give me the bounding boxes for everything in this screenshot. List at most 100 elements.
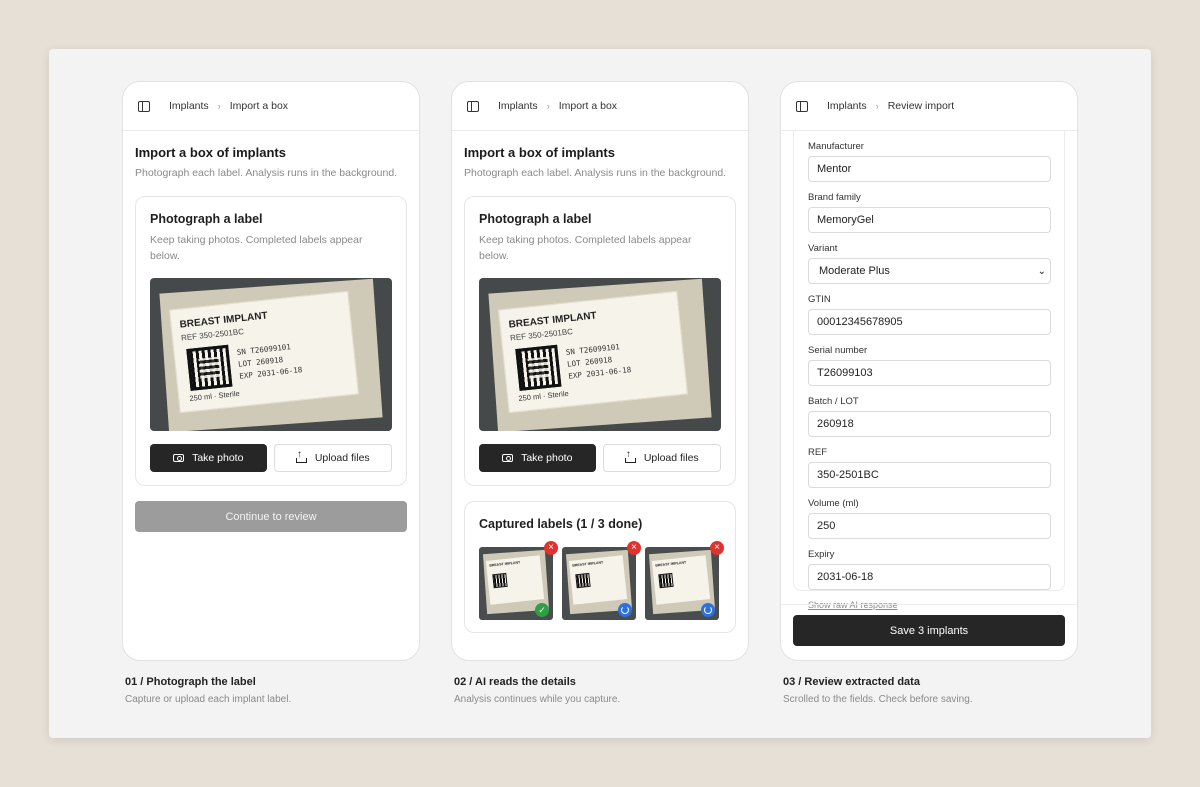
screen-review: Implants › Review import Manufacturer Me…	[780, 81, 1078, 661]
take-photo-label: Take photo	[521, 452, 573, 464]
ref-input[interactable]: 350-2501BC	[808, 462, 1051, 488]
label-title: BREAST IMPLANT	[179, 310, 269, 331]
remove-icon[interactable]: ×	[710, 541, 724, 555]
datamatrix-code	[515, 344, 562, 391]
field-label: Variant	[808, 243, 838, 254]
batch-lot-input[interactable]: 260918	[808, 411, 1051, 437]
thumb-label-title: BREAST IMPLANT	[572, 560, 604, 568]
field-label: Brand family	[808, 192, 861, 203]
continue-to-review-button[interactable]: Continue to review	[135, 501, 407, 532]
implant-label: BREAST IMPLANT REF 350-2501BC SN T260991…	[169, 290, 359, 414]
breadcrumb-current: Import a box	[229, 100, 289, 112]
breadcrumb-implants[interactable]: Implants	[169, 100, 209, 112]
volume-input[interactable]: 250	[808, 513, 1051, 539]
caption-title: 03 / Review extracted data	[783, 676, 920, 688]
top-bar: Implants › Import a box	[452, 82, 748, 131]
breadcrumb-implants[interactable]: Implants	[498, 100, 538, 112]
captured-thumb[interactable]: BREAST IMPLANT × ✓	[479, 541, 558, 620]
gtin-input[interactable]: 00012345678905	[808, 309, 1051, 335]
field-label: Expiry	[808, 549, 835, 560]
card-title: Photograph a label	[479, 212, 592, 226]
save-bar: Save 3 implants	[781, 604, 1077, 660]
variant-select[interactable]: Moderate Plus ⌄	[808, 258, 1051, 284]
captured-title: Captured labels (1 / 3 done)	[479, 517, 643, 531]
field-label: Manufacturer	[808, 141, 864, 152]
upload-icon	[295, 449, 307, 463]
sidebar-toggle-icon[interactable]	[138, 100, 150, 112]
page-title: Import a box of implants	[135, 145, 286, 160]
top-bar: Implants › Import a box	[123, 82, 419, 131]
upload-files-label: Upload files	[643, 452, 699, 464]
card-subtitle: Keep taking photos. Completed labels app…	[150, 234, 363, 262]
breadcrumb-implants[interactable]: Implants	[827, 100, 867, 112]
label-foot: 250 ml · Sterile	[517, 388, 570, 404]
thumb-code	[492, 572, 508, 589]
take-photo-button[interactable]: Take photo	[479, 444, 596, 472]
captured-labels-card: Captured labels (1 / 3 done) BREAST IMPL…	[464, 501, 736, 633]
breadcrumb-current: Import a box	[558, 100, 618, 112]
caption-step-1: 01 / Photograph the label Capture or upl…	[125, 676, 291, 705]
label-title: BREAST IMPLANT	[508, 310, 598, 331]
card-title: Photograph a label	[150, 212, 263, 226]
take-photo-button[interactable]: Take photo	[150, 444, 267, 472]
caption-sub: Analysis continues while you capture.	[454, 694, 621, 705]
manufacturer-input[interactable]: Mentor	[808, 156, 1051, 182]
photograph-card: Photograph a label Keep taking photos. C…	[135, 196, 407, 486]
page-subtitle: Photograph each label. Analysis runs in …	[464, 167, 727, 179]
photograph-card: Photograph a label Keep taking photos. C…	[464, 196, 736, 486]
datamatrix-code	[186, 344, 233, 391]
field-label: Volume (ml)	[808, 498, 859, 509]
label-sn: SN T26099101	[236, 342, 292, 357]
implant-label: BREAST IMPLANT REF 350-2501BC SN T260991…	[498, 290, 688, 414]
thumb-label-title: BREAST IMPLANT	[489, 560, 521, 568]
card-subtitle: Keep taking photos. Completed labels app…	[479, 234, 692, 262]
field-label: GTIN	[808, 294, 831, 305]
upload-files-button[interactable]: Upload files	[602, 444, 721, 472]
caption-sub: Capture or upload each implant label.	[125, 694, 292, 705]
batch-lot-value: 260918	[817, 418, 854, 430]
camera-preview: BREAST IMPLANT REF 350-2501BC SN T260991…	[150, 278, 392, 431]
check-icon: ✓	[535, 603, 549, 617]
chevron-down-icon: ⌄	[1037, 265, 1046, 277]
review-form: Manufacturer Mentor Brand family MemoryG…	[793, 131, 1065, 610]
caption-step-3: 03 / Review extracted data Scrolled to t…	[783, 676, 973, 705]
captured-thumb[interactable]: BREAST IMPLANT ×	[562, 541, 641, 620]
brand-family-input[interactable]: MemoryGel	[808, 207, 1051, 233]
top-bar: Implants › Review import	[781, 82, 1077, 131]
thumb-label-title: BREAST IMPLANT	[655, 560, 687, 568]
sidebar-toggle-icon[interactable]	[796, 100, 808, 112]
spinner-icon	[701, 603, 715, 617]
field-label: Batch / LOT	[808, 396, 859, 407]
camera-icon	[502, 454, 514, 462]
caption-title: 02 / AI reads the details	[454, 676, 576, 688]
camera-icon	[173, 454, 185, 462]
save-implants-button[interactable]: Save 3 implants	[793, 615, 1065, 646]
thumb-code	[658, 572, 674, 589]
thumb-label: BREAST IMPLANT	[651, 555, 711, 605]
field-label: Serial number	[808, 345, 868, 356]
variant-value: Moderate Plus	[819, 265, 890, 277]
volume-value: 250	[817, 520, 836, 532]
chevron-right-icon: ›	[875, 101, 879, 111]
remove-icon[interactable]: ×	[544, 541, 558, 555]
screen-photograph: Implants › Import a box Import a box of …	[122, 81, 420, 661]
expiry-input[interactable]: 2031-06-18	[808, 564, 1051, 590]
ref-value: 350-2501BC	[817, 469, 879, 481]
label-sn: SN T26099101	[565, 342, 621, 357]
thumb-label: BREAST IMPLANT	[485, 555, 545, 605]
expiry-value: 2031-06-18	[817, 571, 874, 583]
take-photo-label: Take photo	[192, 452, 244, 464]
manufacturer-value: Mentor	[817, 163, 852, 175]
camera-preview: BREAST IMPLANT REF 350-2501BC SN T260991…	[479, 278, 721, 431]
sidebar-toggle-icon[interactable]	[467, 100, 479, 112]
breadcrumb-current: Review import	[887, 100, 955, 112]
captured-thumb[interactable]: BREAST IMPLANT ×	[645, 541, 724, 620]
serial-number-input[interactable]: T26099103	[808, 360, 1051, 386]
showcase-board: Implants › Import a box Import a box of …	[49, 49, 1151, 738]
brand-family-value: MemoryGel	[817, 214, 874, 226]
page-subtitle: Photograph each label. Analysis runs in …	[135, 167, 398, 179]
field-label: REF	[808, 447, 827, 458]
page-title: Import a box of implants	[464, 145, 615, 160]
upload-files-button[interactable]: Upload files	[273, 444, 392, 472]
remove-icon[interactable]: ×	[627, 541, 641, 555]
